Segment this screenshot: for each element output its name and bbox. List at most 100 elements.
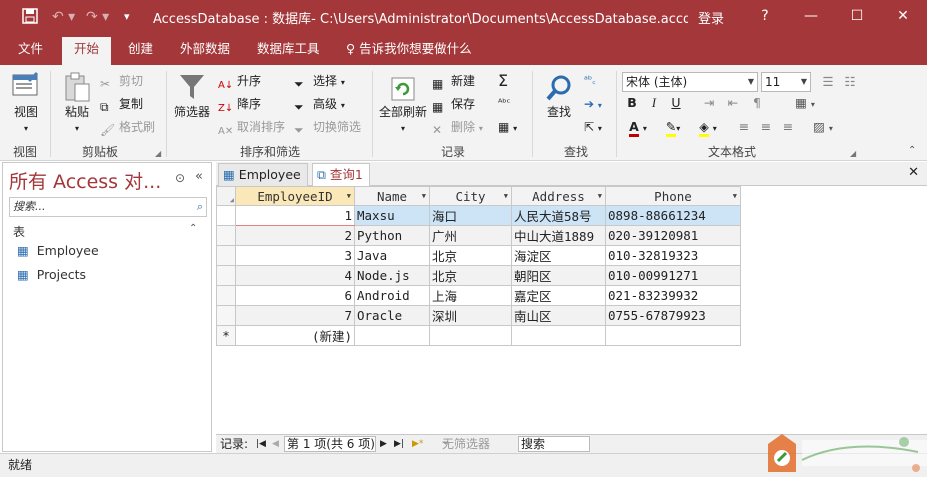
- save-record-button[interactable]: ▦ 保存: [432, 94, 475, 114]
- totals-icon[interactable]: Σ: [498, 71, 508, 91]
- chevron-down-icon[interactable]: ▼: [598, 192, 602, 200]
- close-button[interactable]: ✕: [890, 4, 916, 28]
- cell-employeeid[interactable]: 4: [235, 265, 355, 286]
- chevron-down-icon[interactable]: ▼: [504, 192, 508, 200]
- highlight-button[interactable]: ✎▾: [660, 117, 686, 137]
- chevron-down-icon[interactable]: ▼: [347, 192, 351, 200]
- first-record-icon[interactable]: |◀: [256, 435, 266, 453]
- new-record-nav-icon[interactable]: ▶*: [412, 435, 423, 453]
- cell-address[interactable]: 人民大道58号: [511, 205, 606, 226]
- italic-button[interactable]: I: [644, 93, 664, 113]
- cell-address[interactable]: 南山区: [511, 305, 606, 326]
- tab-home[interactable]: 开始: [62, 37, 112, 65]
- cell-phone[interactable]: 010-00991271: [605, 265, 741, 286]
- column-header-name[interactable]: Name ▼: [354, 186, 430, 206]
- table-row[interactable]: 4 Node.js 北京 朝阳区 010-00991271: [216, 265, 741, 286]
- table-row[interactable]: 2 Python 广州 中山大道1889 020-39120981: [216, 225, 741, 246]
- alternate-row-color-icon[interactable]: ▨ ▾: [808, 117, 838, 137]
- cell-name[interactable]: Maxsu: [354, 205, 430, 226]
- numbering-icon[interactable]: ☷: [840, 72, 860, 92]
- nav-item-projects[interactable]: ▦ Projects: [17, 265, 86, 285]
- row-selector[interactable]: [216, 245, 236, 266]
- redo-icon[interactable]: ↷ ▾: [86, 7, 109, 27]
- align-center-icon[interactable]: ≡: [756, 117, 776, 137]
- cell-address[interactable]: 海淀区: [511, 245, 606, 266]
- search-icon[interactable]: ⌕: [197, 198, 203, 216]
- filter-button[interactable]: 筛选器: [172, 71, 212, 120]
- replace-icon[interactable]: ᵃᵇ꜀: [584, 71, 596, 91]
- customize-quick-access-icon[interactable]: ▾: [124, 7, 130, 27]
- table-row[interactable]: 6 Android 上海 嘉定区 021-83239932: [216, 285, 741, 306]
- current-record-input[interactable]: 第 1 项(共 6 项): [284, 436, 376, 452]
- cell-address[interactable]: 嘉定区: [511, 285, 606, 306]
- cell-phone[interactable]: 021-83239932: [605, 285, 741, 306]
- remove-sort-button[interactable]: A✕ 取消排序: [218, 117, 285, 137]
- sort-descending-button[interactable]: Z↓ 降序: [218, 94, 261, 114]
- doc-tab-query1[interactable]: ⧉ 查询1: [312, 163, 370, 187]
- format-painter-button[interactable]: 🖌 格式刷: [100, 117, 155, 137]
- doc-tab-employee[interactable]: ▦ Employee: [218, 163, 308, 186]
- nav-group-tables[interactable]: 表: [13, 223, 25, 240]
- new-cell-employeeid[interactable]: (新建): [235, 325, 355, 346]
- tab-database-tools[interactable]: 数据库工具: [257, 39, 320, 65]
- chevron-down-icon[interactable]: ▼: [422, 192, 426, 200]
- cell-address[interactable]: 中山大道1889: [511, 225, 606, 246]
- gridlines-icon[interactable]: ▦ ▾: [790, 93, 820, 113]
- font-name-select[interactable]: 宋体 (主体) ▼: [622, 72, 758, 92]
- delete-record-button[interactable]: ✕ 删除 ▾: [432, 117, 483, 137]
- cell-name[interactable]: Oracle: [354, 305, 430, 326]
- column-header-city[interactable]: City ▼: [429, 186, 512, 206]
- new-record-row[interactable]: * (新建): [216, 325, 741, 346]
- tab-create[interactable]: 创建: [128, 39, 153, 65]
- row-selector[interactable]: [216, 205, 236, 226]
- new-row-marker[interactable]: *: [216, 325, 236, 346]
- cell-city[interactable]: 深圳: [429, 305, 512, 326]
- cell-city[interactable]: 上海: [429, 285, 512, 306]
- sort-ascending-button[interactable]: A↓ 升序: [218, 71, 261, 91]
- align-right-icon[interactable]: ≡: [778, 117, 798, 137]
- select-icon[interactable]: ⇱ ▾: [584, 117, 602, 137]
- cell-phone[interactable]: 0898-88661234: [605, 205, 741, 226]
- next-record-icon[interactable]: ▶: [380, 435, 387, 453]
- spelling-icon[interactable]: ᴬᵇᶜ: [498, 94, 510, 114]
- tab-external-data[interactable]: 外部数据: [180, 39, 230, 65]
- refresh-all-button[interactable]: 全部刷新 ▾: [378, 75, 428, 134]
- paste-button[interactable]: 粘贴 ▾: [58, 71, 96, 134]
- view-button[interactable]: 视图 ▾: [8, 71, 44, 134]
- decrease-indent-icon[interactable]: ⇤: [722, 93, 744, 113]
- chevron-down-icon[interactable]: ▼: [733, 192, 737, 200]
- column-header-phone[interactable]: Phone ▼: [605, 186, 741, 206]
- cell-employeeid[interactable]: 3: [235, 245, 355, 266]
- cell-name[interactable]: Java: [354, 245, 430, 266]
- tell-me-box[interactable]: ♀ 告诉我你想要做什么: [346, 39, 472, 65]
- cell-city[interactable]: 北京: [429, 245, 512, 266]
- advanced-button[interactable]: ⏷ 高级 ▾: [294, 94, 345, 114]
- restore-button[interactable]: ☐: [844, 4, 870, 28]
- background-color-button[interactable]: ◈ ▾: [690, 117, 726, 137]
- record-search-input[interactable]: 搜索: [518, 436, 590, 452]
- cell-employeeid[interactable]: 6: [235, 285, 355, 306]
- table-row[interactable]: 7 Oracle 深圳 南山区 0755-67879923: [216, 305, 741, 326]
- select-all-cell[interactable]: ◢: [216, 186, 236, 206]
- cell-name[interactable]: Node.js: [354, 265, 430, 286]
- column-header-address[interactable]: Address ▼: [511, 186, 606, 206]
- column-header-employeeid[interactable]: EmployeeID ▼: [235, 186, 355, 206]
- undo-icon[interactable]: ↶ ▾: [52, 7, 75, 27]
- copy-button[interactable]: ⧉ 复制: [100, 94, 143, 114]
- new-record-button[interactable]: ▦ 新建: [432, 71, 475, 91]
- selection-button[interactable]: ⏷ 选择 ▾: [294, 71, 345, 91]
- new-cell-name[interactable]: [354, 325, 430, 346]
- more-records-icon[interactable]: ▦ ▾: [498, 117, 517, 137]
- cell-employeeid[interactable]: 7: [235, 305, 355, 326]
- underline-button[interactable]: U: [666, 93, 686, 113]
- increase-indent-icon[interactable]: ⇥: [698, 93, 720, 113]
- cell-address[interactable]: 朝阳区: [511, 265, 606, 286]
- minimize-button[interactable]: —: [798, 4, 824, 28]
- find-button[interactable]: 查找: [540, 73, 578, 120]
- nav-search-input[interactable]: 搜索... ⌕: [9, 197, 207, 217]
- bullets-icon[interactable]: ☰: [818, 72, 838, 92]
- font-color-button[interactable]: A ▾: [622, 117, 654, 137]
- nav-item-employee[interactable]: ▦ Employee: [17, 241, 99, 261]
- goto-icon[interactable]: ➔ ▾: [584, 94, 602, 114]
- group-collapse-icon[interactable]: ⌃: [189, 223, 197, 234]
